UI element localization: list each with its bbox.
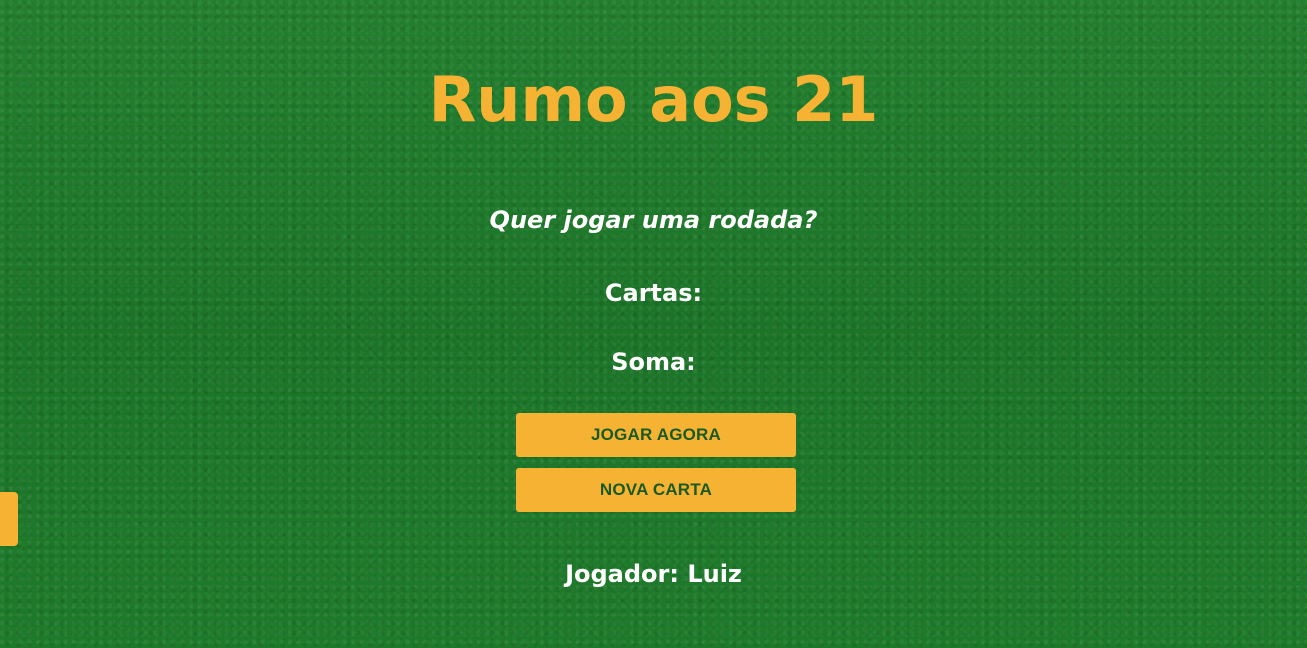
side-tab-handle[interactable] (0, 492, 18, 546)
new-card-button[interactable]: NOVA CARTA (516, 468, 796, 512)
cards-label: Cartas: (604, 279, 703, 307)
sum-label: Soma: (611, 348, 696, 376)
start-game-button[interactable]: JOGAR AGORA (516, 413, 796, 457)
game-title: Rumo aos 21 (428, 63, 879, 136)
message-text: Quer jogar uma rodada? (489, 206, 818, 234)
player-label: Jogador: Luiz (565, 560, 742, 588)
